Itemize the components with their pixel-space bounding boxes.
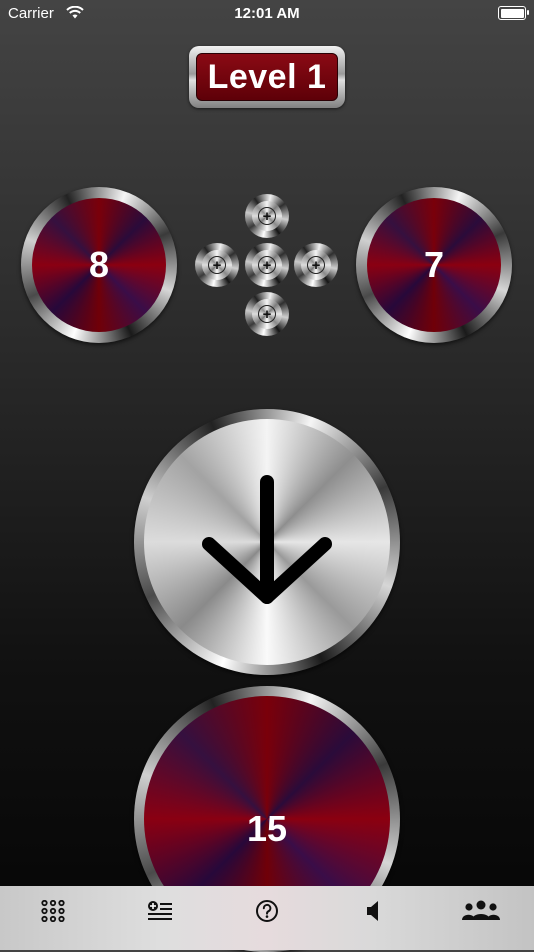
speaker-icon: [367, 901, 378, 921]
right-counter-value: 7: [423, 244, 445, 285]
level-badge: Level 1: [189, 46, 345, 108]
status-time: 12:01 AM: [234, 5, 300, 22]
grid-icon: [41, 900, 65, 922]
add-list-icon: [148, 901, 172, 920]
group-icon: [462, 900, 500, 920]
arrow-down-icon: [202, 475, 332, 604]
level-label: Level 1: [207, 57, 327, 96]
bottom-counter-value: 15: [246, 808, 288, 849]
tab-players[interactable]: [458, 896, 504, 926]
dpad-right-button[interactable]: +: [294, 243, 338, 287]
plus-icon: +: [258, 256, 276, 274]
help-icon: [256, 900, 278, 922]
dpad-left-button[interactable]: +: [195, 243, 239, 287]
dpad-center-button[interactable]: +: [245, 243, 289, 287]
left-counter-value: 8: [88, 244, 110, 285]
battery-icon: [498, 6, 529, 20]
tab-bar: [0, 886, 534, 950]
tab-help[interactable]: [247, 896, 287, 926]
tab-add-list[interactable]: [140, 896, 180, 926]
tab-sound[interactable]: [354, 896, 394, 926]
left-counter-button[interactable]: 8: [21, 187, 177, 343]
main-down-button[interactable]: [134, 409, 400, 675]
dpad-down-button[interactable]: +: [245, 292, 289, 336]
plus-icon: +: [307, 256, 325, 274]
plus-icon: +: [258, 207, 276, 225]
tab-grid[interactable]: [33, 896, 73, 926]
dpad-up-button[interactable]: +: [245, 194, 289, 238]
status-bar: Carrier 12:01 AM: [0, 0, 534, 28]
plus-icon: +: [258, 305, 276, 323]
plus-icon: +: [208, 256, 226, 274]
right-counter-button[interactable]: 7: [356, 187, 512, 343]
